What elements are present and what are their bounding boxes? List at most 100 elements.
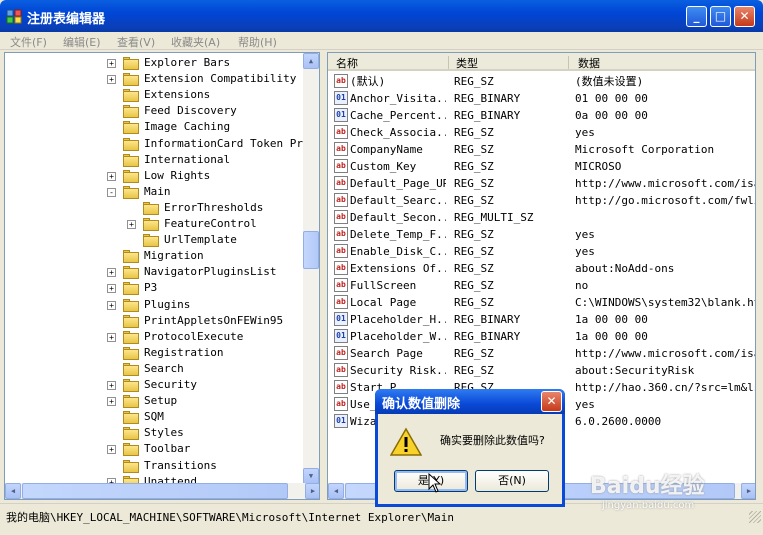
tree-item[interactable]: + Extension Compatibility: [5, 71, 305, 87]
expand-icon[interactable]: +: [107, 332, 116, 342]
tree-item[interactable]: InformationCard Token Prov:: [5, 136, 319, 152]
baidu-watermark-url: jingyan.baidu.com: [602, 500, 695, 511]
minimize-button[interactable]: _: [686, 6, 707, 27]
tree-item[interactable]: Image Caching: [5, 119, 305, 135]
tree-horizontal-scrollbar[interactable]: ◀ ▶: [5, 483, 319, 499]
table-row[interactable]: 01 Placeholder_H... REG_BINARY 1a 00 00 00: [328, 311, 755, 328]
table-row[interactable]: ab FullScreen REG_SZ no: [328, 277, 755, 294]
string-value-icon: ab: [334, 397, 348, 411]
value-data: about:SecurityRisk: [575, 364, 695, 377]
folder-icon: [123, 362, 139, 376]
no-button[interactable]: 否(N): [475, 470, 549, 492]
tree-item[interactable]: + Security: [5, 377, 305, 393]
maximize-button[interactable]: □: [710, 6, 731, 27]
tree-item[interactable]: Search: [5, 361, 305, 377]
string-value-icon: ab: [334, 193, 348, 207]
column-header-type[interactable]: 类型: [456, 55, 478, 71]
scroll-left-icon[interactable]: ◀: [328, 483, 344, 499]
table-row[interactable]: ab (默认) REG_SZ (数值未设置): [328, 73, 755, 90]
tree-item[interactable]: + FeatureControl: [5, 216, 305, 232]
tree-item[interactable]: UrlTemplate: [5, 232, 305, 248]
mouse-cursor-icon: [428, 473, 442, 493]
table-row[interactable]: ab Search Page REG_SZ http://www.microsoft.…: [328, 345, 755, 362]
table-row[interactable]: ab Extensions Of... REG_SZ about:NoAdd-ons: [328, 260, 755, 277]
tree-item[interactable]: Migration: [5, 248, 305, 264]
table-row[interactable]: 01 Placeholder_W... REG_BINARY 1a 00 00 00: [328, 328, 755, 345]
menu-view[interactable]: 查看(V): [117, 34, 155, 50]
value-data: http://www.microsoft.com/isapi: [575, 177, 756, 190]
menu-favorites[interactable]: 收藏夹(A): [171, 34, 220, 50]
tree-item[interactable]: Styles: [5, 425, 305, 441]
tree-item[interactable]: Feed Discovery: [5, 103, 305, 119]
expand-icon[interactable]: +: [107, 171, 116, 181]
collapse-icon[interactable]: -: [107, 187, 116, 197]
menu-help[interactable]: 帮助(H): [238, 34, 277, 50]
table-row[interactable]: ab Security Risk... REG_SZ about:SecurityRi…: [328, 362, 755, 379]
value-data: 0a 00 00 00: [575, 109, 648, 122]
tree-item[interactable]: + NavigatorPluginsList: [5, 264, 305, 280]
scroll-up-icon[interactable]: ▲: [303, 53, 319, 69]
resize-grip-icon[interactable]: [749, 511, 761, 523]
expand-icon[interactable]: +: [127, 220, 136, 229]
expand-icon[interactable]: +: [107, 284, 116, 294]
registry-tree[interactable]: + Explorer Bars + Extension Compatibility Ex…: [4, 52, 320, 500]
tree-item[interactable]: + Toolbar: [5, 441, 305, 457]
string-value-icon: ab: [334, 210, 348, 224]
tree-item[interactable]: Extensions: [5, 87, 305, 103]
tree-item[interactable]: + Setup: [5, 393, 305, 409]
expand-icon[interactable]: +: [107, 397, 116, 407]
tree-item[interactable]: PrintAppletsOnFEWin95: [5, 313, 305, 329]
scroll-right-icon[interactable]: ▶: [305, 483, 319, 499]
value-name: Default_Page_URL: [350, 177, 446, 190]
tree-item[interactable]: Transitions: [5, 458, 305, 474]
folder-icon: [123, 346, 139, 360]
scroll-right-icon[interactable]: ▶: [741, 483, 755, 499]
dialog-close-button[interactable]: ✕: [541, 391, 562, 412]
table-row[interactable]: ab Delete_Temp_F... REG_SZ yes: [328, 226, 755, 243]
table-row[interactable]: ab Default_Searc... REG_SZ http://go.micros…: [328, 192, 756, 209]
column-header-data[interactable]: 数据: [578, 55, 600, 71]
string-value-icon: ab: [334, 125, 348, 139]
expand-icon[interactable]: +: [107, 381, 116, 390]
tree-vertical-scrollbar[interactable]: ▲ ▼: [303, 53, 319, 484]
tree-item[interactable]: SQM: [5, 409, 305, 425]
table-row[interactable]: 01 Anchor_Visita... REG_BINARY 01 00 00 00: [328, 90, 755, 107]
table-row[interactable]: ab Check_Associa... REG_SZ yes: [328, 124, 755, 141]
tree-item[interactable]: + Low Rights: [5, 168, 305, 184]
tree-item[interactable]: + ProtocolExecute: [5, 329, 305, 345]
expand-icon[interactable]: +: [107, 300, 116, 310]
scroll-left-icon[interactable]: ◀: [5, 483, 21, 499]
tree-item[interactable]: - Main: [5, 184, 305, 200]
table-row[interactable]: ab Enable_Disk_C... REG_SZ yes: [328, 243, 755, 260]
tree-item[interactable]: + P3: [5, 280, 305, 296]
column-header-name[interactable]: 名称: [336, 55, 358, 71]
scroll-thumb[interactable]: [303, 231, 319, 269]
folder-icon: [123, 298, 139, 312]
tree-item[interactable]: International: [5, 152, 305, 168]
expand-icon[interactable]: +: [107, 59, 116, 68]
table-row[interactable]: ab Default_Page_URL REG_SZ http://www.micro…: [328, 175, 756, 192]
value-data: http://go.microsoft.com/fwlink: [575, 194, 756, 207]
value-data: Microsoft Corporation: [575, 143, 715, 156]
close-button[interactable]: ✕: [734, 6, 755, 27]
expand-icon[interactable]: +: [107, 268, 116, 278]
menu-edit[interactable]: 编辑(E): [63, 34, 101, 50]
baidu-watermark: Baidu经验: [590, 474, 705, 499]
menu-file[interactable]: 文件(F): [10, 34, 47, 50]
tree-item[interactable]: ErrorThresholds: [5, 200, 305, 216]
table-row[interactable]: ab CompanyName REG_SZ Microsoft Corporation: [328, 141, 755, 158]
scroll-down-icon[interactable]: ▼: [303, 468, 319, 484]
value-type: REG_SZ: [454, 194, 494, 207]
table-row[interactable]: ab Default_Secon... REG_MULTI_SZ: [328, 209, 755, 226]
table-row[interactable]: 01 Cache_Percent... REG_BINARY 0a 00 00 00: [328, 107, 755, 124]
tree-item[interactable]: + Plugins: [5, 297, 305, 313]
expand-icon[interactable]: +: [107, 445, 116, 455]
tree-item[interactable]: Registration: [5, 345, 305, 361]
value-type: REG_SZ: [454, 245, 494, 258]
table-row[interactable]: ab Local Page REG_SZ C:\WINDOWS\system32\bl…: [328, 294, 755, 311]
tree-item[interactable]: + Explorer Bars: [5, 55, 305, 71]
table-row[interactable]: ab Custom_Key REG_SZ MICROSO: [328, 158, 755, 175]
expand-icon[interactable]: +: [107, 75, 116, 85]
value-type: REG_SZ: [454, 279, 494, 292]
scroll-thumb[interactable]: [22, 483, 288, 499]
